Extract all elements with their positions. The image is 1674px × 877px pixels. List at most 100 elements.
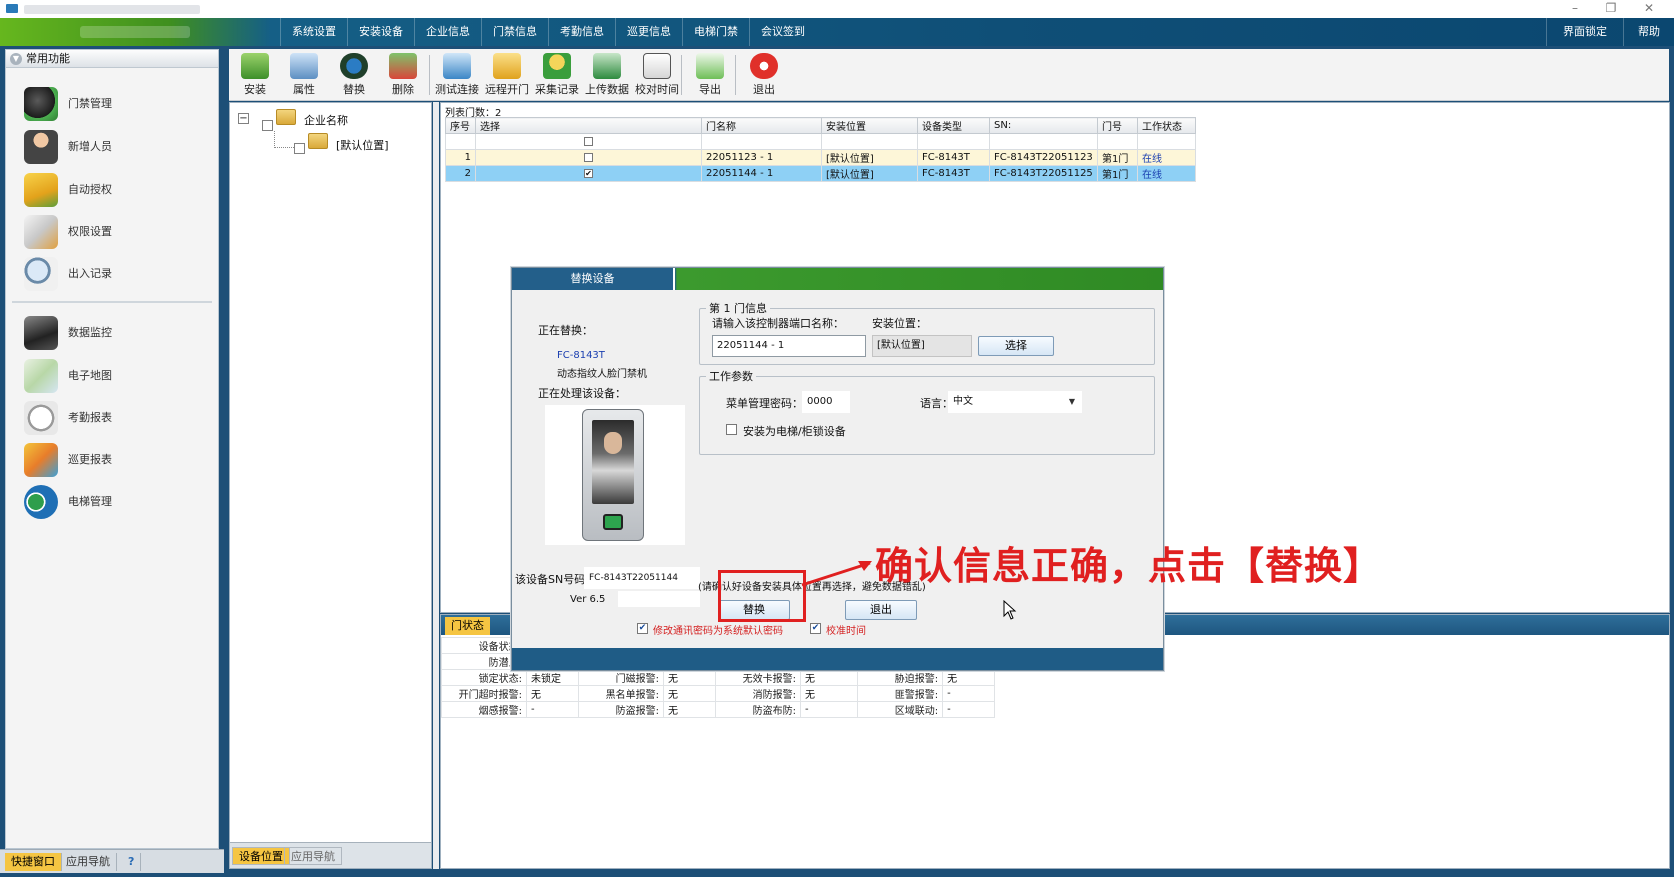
install-button[interactable]: 安装 [232,51,278,99]
common-functions-header[interactable]: ▼ 常用功能 [6,50,218,68]
nav-add-person[interactable]: 新增人员 [20,126,210,166]
help-icon[interactable]: ? [122,853,142,871]
col-header[interactable]: 选择 [475,117,702,134]
table-row[interactable]: 1 22051123 - 1 [默认位置] FC-8143T FC-8143T2… [445,149,1196,166]
sync-time-checkbox[interactable]: ✔ [810,623,821,634]
left-bottom-tabs: 快捷窗口 应用导航 ? [0,849,224,873]
status-key: 匪警报警: [857,685,944,702]
device-screen [592,420,634,504]
collect-records-button[interactable]: 采集记录 [534,51,580,99]
install-location-field: [默认位置] [872,335,972,357]
export-button[interactable]: 导出 [687,51,733,99]
reset-password-checkbox[interactable]: ✔ [637,623,648,634]
menu-system-settings[interactable]: 系统设置 [280,18,347,46]
col-header[interactable]: 设备类型 [917,117,990,134]
select-all-checkbox[interactable] [584,136,593,146]
cell-sn: FC-8143T22051125 [989,165,1098,182]
status-value: 无 [663,669,716,686]
menu-access-info[interactable]: 门禁信息 [481,18,548,46]
row-checkbox[interactable]: ✔ [584,168,593,178]
col-header[interactable]: 序号 [445,117,476,134]
status-value: 无 [663,685,716,702]
tree-root-label[interactable]: 企业名称 [304,112,348,128]
delete-label: 删除 [392,83,414,96]
status-value: 无 [799,685,859,702]
select-location-button[interactable]: 选择 [978,336,1054,356]
close-button[interactable]: ✕ [1634,0,1664,18]
col-header[interactable]: 门号 [1097,117,1138,134]
elevator-device-checkbox[interactable] [726,424,737,435]
exit-toolbar-button[interactable]: 退出 [741,51,787,99]
sn-value: FC-8143T22051144 [584,567,700,589]
row-checkbox[interactable] [584,152,593,162]
status-value: 无 [526,685,579,702]
exit-button[interactable]: 退出 [845,600,917,620]
tab-app-navigation[interactable]: 应用导航 [60,853,117,871]
table-row[interactable]: 2 ✔ 22051144 - 1 [默认位置] FC-8143T FC-8143… [445,165,1196,182]
col-header[interactable]: 安装位置 [821,117,918,134]
nav-patrol-report[interactable]: 巡更报表 [20,439,210,479]
device-model: FC-8143T [557,350,605,361]
nav-electronic-map[interactable]: 电子地图 [20,355,210,395]
menu-patrol-info[interactable]: 巡更信息 [615,18,682,46]
port-name-input[interactable]: 22051144 - 1 [712,335,866,357]
menu-lock-ui[interactable]: 界面锁定 [1546,18,1623,46]
nav-access-records[interactable]: 出入记录 [20,253,210,293]
menu-company-info[interactable]: 企业信息 [414,18,481,46]
panel-splitter[interactable] [433,102,439,869]
nav-access-management[interactable]: 门禁管理 [20,83,210,123]
tab-door-status[interactable]: 门状态 [445,617,490,635]
replace-toolbar-button[interactable]: 替换 [331,51,377,99]
nav-elevator-management[interactable]: 电梯管理 [20,481,210,521]
menu-password-label: 菜单管理密码： [726,397,803,410]
menu-meeting-signin[interactable]: 会议签到 [749,18,816,46]
tab-device-location[interactable]: 设备位置 [232,847,290,865]
work-params-group-title: 工作参数 [706,368,756,384]
status-row: 锁定状态: 未锁定 门磁报警: 无无效卡报警: 无胁迫报警: 无 [441,669,996,686]
install-location-label: 安装位置： [872,317,927,330]
export-icon [696,53,724,79]
test-connection-label: 测试连接 [435,83,479,96]
nav-label: 权限设置 [68,225,112,238]
restore-button[interactable]: ❐ [1596,0,1626,18]
delete-icon [389,53,417,79]
annotation-highlight-box [718,570,806,622]
work-params-group [699,376,1155,455]
window-title-blurred [24,5,200,14]
toolbar-separator [735,55,736,95]
clock-icon [24,401,58,435]
tab-app-navigation-tree[interactable]: 应用导航 [284,847,342,865]
app-icon [6,4,18,13]
nav-auto-authorize[interactable]: 自动授权 [20,169,210,209]
test-connection-button[interactable]: 测试连接 [434,51,480,99]
menu-help[interactable]: 帮助 [1623,18,1674,46]
col-header[interactable]: 门名称 [701,117,822,134]
properties-button[interactable]: 属性 [281,51,327,99]
col-header[interactable]: SN: [989,117,1098,134]
nav-attendance-report[interactable]: 考勤报表 [20,397,210,437]
language-select[interactable]: 中文 ▼ [948,391,1082,413]
status-key: 门磁报警: [578,669,664,686]
version-label: Ver 6.5 [570,594,606,605]
menu-elevator-access[interactable]: 电梯门禁 [682,18,749,46]
camera-icon [24,316,58,350]
tree-child-checkbox[interactable] [294,143,305,154]
calendar-icon [643,53,671,79]
cell-device-type: FC-8143T [917,149,990,166]
sync-time-label: 校对时间 [635,83,679,96]
col-header[interactable]: 工作状态 [1137,117,1196,134]
delete-button[interactable]: 删除 [380,51,426,99]
minimize-button[interactable]: – [1560,0,1590,18]
menu-attendance-info[interactable]: 考勤信息 [548,18,615,46]
tab-quick-window[interactable]: 快捷窗口 [5,853,62,871]
menu-install-device[interactable]: 安装设备 [347,18,414,46]
upload-data-button[interactable]: 上传数据 [584,51,630,99]
tree-child-label[interactable]: [默认位置] [336,137,389,153]
nav-data-monitor[interactable]: 数据监控 [20,312,210,352]
menu-password-input[interactable]: 0000 [802,391,850,413]
tree-collapse-toggle[interactable]: − [238,113,249,124]
sync-time-button[interactable]: 校对时间 [634,51,680,99]
tree-root-checkbox[interactable] [262,120,273,131]
nav-permission-settings[interactable]: 权限设置 [20,211,210,251]
remote-open-button[interactable]: 远程开门 [484,51,530,99]
